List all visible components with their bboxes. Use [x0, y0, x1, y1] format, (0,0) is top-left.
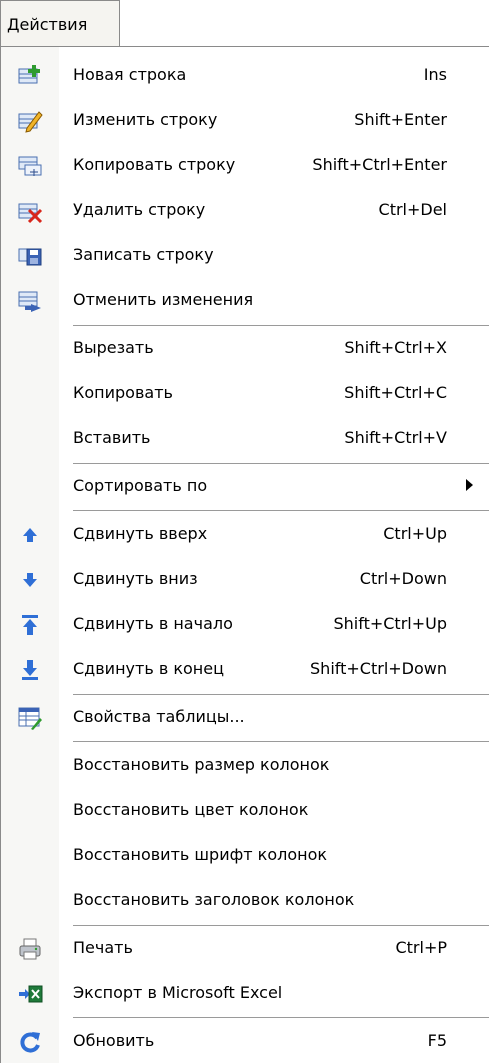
- menu-item-label: Новая строка: [73, 65, 187, 84]
- move-up-icon: [17, 522, 43, 548]
- menu-item-label: Свойства таблицы...: [73, 707, 245, 726]
- menu-item-copy-row[interactable]: Копировать строку Shift+Ctrl+Enter: [1, 144, 489, 188]
- menu-item-restore-column-font[interactable]: Восстановить шрифт колонок: [1, 834, 489, 878]
- separator: [73, 1017, 489, 1018]
- separator: [73, 925, 489, 926]
- menu-item-restore-column-color[interactable]: Восстановить цвет колонок: [1, 789, 489, 833]
- separator: [73, 694, 489, 695]
- delete-row-icon: [17, 198, 43, 224]
- menu-item-print[interactable]: Печать Ctrl+P: [1, 927, 489, 971]
- menu-bar: Действия: [0, 0, 489, 46]
- save-row-icon: [17, 243, 43, 269]
- separator: [73, 510, 489, 511]
- menu-item-shortcut: Shift+Ctrl+Enter: [312, 155, 447, 174]
- menu-item-sort-by[interactable]: Сортировать по: [1, 465, 489, 509]
- menu-item-label: Сортировать по: [73, 476, 208, 495]
- menu-item-shortcut: Shift+Enter: [354, 110, 447, 129]
- menu-item-cut[interactable]: Вырезать Shift+Ctrl+X: [1, 327, 489, 371]
- menu-item-shortcut: Ctrl+Up: [383, 524, 447, 543]
- menu-item-label: Восстановить заголовок колонок: [73, 890, 355, 909]
- move-bottom-icon: [17, 657, 43, 683]
- menu-item-move-up[interactable]: Сдвинуть вверх Ctrl+Up: [1, 513, 489, 557]
- menu-item-restore-column-size[interactable]: Восстановить размер колонок: [1, 744, 489, 788]
- menu-actions[interactable]: Действия: [0, 0, 120, 46]
- menu-item-label: Изменить строку: [73, 110, 218, 129]
- menu-item-label: Вырезать: [73, 338, 154, 357]
- submenu-arrow-icon: [466, 479, 473, 491]
- menu-item-shortcut: F5: [427, 1031, 447, 1050]
- menu-item-label: Восстановить размер колонок: [73, 755, 330, 774]
- menu-item-delete-row[interactable]: Удалить строку Ctrl+Del: [1, 189, 489, 233]
- menu-item-edit-row[interactable]: Изменить строку Shift+Enter: [1, 99, 489, 143]
- separator: [73, 463, 489, 464]
- menu-item-shortcut: Shift+Ctrl+Down: [310, 659, 447, 678]
- menu-item-shortcut: Ctrl+P: [395, 938, 447, 957]
- new-row-icon: [17, 63, 43, 89]
- copy-row-icon: [17, 153, 43, 179]
- menu-item-label: Отменить изменения: [73, 290, 254, 309]
- menu-item-label: Сдвинуть вниз: [73, 569, 198, 588]
- refresh-icon: [17, 1029, 43, 1055]
- menu-item-restore-column-header[interactable]: Восстановить заголовок колонок: [1, 879, 489, 923]
- printer-icon: [17, 936, 43, 962]
- menu-item-shortcut: Shift+Ctrl+C: [344, 383, 447, 402]
- menu-item-export-excel[interactable]: Экспорт в Microsoft Excel: [1, 972, 489, 1016]
- menu-item-move-bottom[interactable]: Сдвинуть в конец Shift+Ctrl+Down: [1, 648, 489, 692]
- separator: [73, 741, 489, 742]
- menu-item-table-properties[interactable]: Свойства таблицы...: [1, 696, 489, 740]
- undo-changes-icon: [17, 288, 43, 314]
- menu-item-shortcut: Ins: [423, 65, 447, 84]
- menu-item-label: Обновить: [73, 1031, 155, 1050]
- actions-dropdown-menu: Новая строка Ins Изменить строку Shift+E…: [0, 46, 489, 1063]
- menu-item-shortcut: Shift+Ctrl+V: [344, 428, 447, 447]
- menu-item-move-down[interactable]: Сдвинуть вниз Ctrl+Down: [1, 558, 489, 602]
- table-properties-icon: [17, 705, 43, 731]
- menu-item-shortcut: Ctrl+Del: [378, 200, 447, 219]
- move-top-icon: [17, 612, 43, 638]
- menu-item-label: Сдвинуть в конец: [73, 659, 224, 678]
- menu-item-undo-changes[interactable]: Отменить изменения: [1, 279, 489, 323]
- menu-item-label: Вставить: [73, 428, 151, 447]
- menu-item-refresh[interactable]: Обновить F5: [1, 1020, 489, 1064]
- menu-item-shortcut: Shift+Ctrl+X: [344, 338, 447, 357]
- menu-item-label: Удалить строку: [73, 200, 206, 219]
- menu-item-label: Восстановить шрифт колонок: [73, 845, 328, 864]
- menu-item-paste[interactable]: Вставить Shift+Ctrl+V: [1, 417, 489, 461]
- separator: [73, 325, 489, 326]
- menu-item-new-row[interactable]: Новая строка Ins: [1, 54, 489, 98]
- menu-item-label: Копировать строку: [73, 155, 236, 174]
- menu-item-label: Сдвинуть в начало: [73, 614, 233, 633]
- menu-item-label: Восстановить цвет колонок: [73, 800, 309, 819]
- menu-item-shortcut: Shift+Ctrl+Up: [333, 614, 447, 633]
- menu-item-copy[interactable]: Копировать Shift+Ctrl+C: [1, 372, 489, 416]
- menu-item-move-top[interactable]: Сдвинуть в начало Shift+Ctrl+Up: [1, 603, 489, 647]
- menu-item-label: Записать строку: [73, 245, 214, 264]
- edit-row-icon: [17, 108, 43, 134]
- menu-item-label: Копировать: [73, 383, 173, 402]
- excel-export-icon: [17, 981, 43, 1007]
- move-down-icon: [17, 567, 43, 593]
- menu-item-label: Печать: [73, 938, 133, 957]
- menu-item-label: Экспорт в Microsoft Excel: [73, 983, 283, 1002]
- menu-item-label: Сдвинуть вверх: [73, 524, 208, 543]
- menu-item-save-row[interactable]: Записать строку: [1, 234, 489, 278]
- menu-item-shortcut: Ctrl+Down: [359, 569, 447, 588]
